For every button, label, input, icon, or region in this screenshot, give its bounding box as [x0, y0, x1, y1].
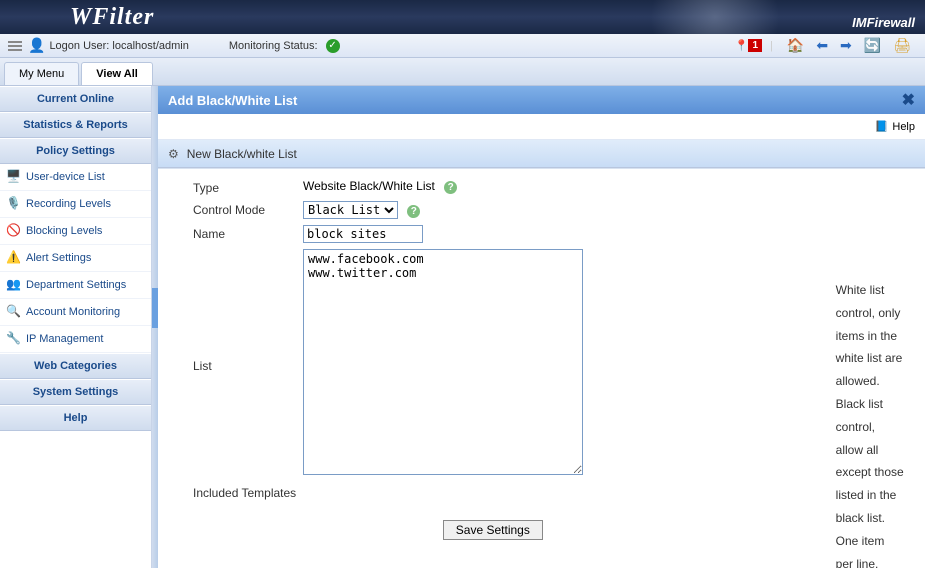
- type-label: Type: [158, 179, 303, 195]
- control-mode-label: Control Mode: [158, 201, 303, 219]
- menu-icon[interactable]: [8, 41, 22, 51]
- help-bar: 📘 Help: [158, 114, 925, 140]
- content-panel: Add Black/White List ✖ 📘 Help ⚙ New Blac…: [158, 86, 925, 568]
- splitter[interactable]: [152, 86, 158, 568]
- alert-count: 1: [748, 39, 762, 52]
- gear-icon: ⚙: [168, 147, 179, 161]
- sidebar-item-label: Account Monitoring: [26, 306, 120, 318]
- close-icon[interactable]: ✖: [902, 90, 915, 110]
- sidebar-section-policy-settings[interactable]: Policy Settings: [0, 138, 151, 164]
- alert-icon: ⚠️: [6, 250, 20, 264]
- alert-pin-icon: 📍: [735, 39, 749, 52]
- help-type-icon[interactable]: ?: [444, 181, 457, 194]
- ip-icon: 🔧: [6, 331, 20, 345]
- name-label: Name: [158, 225, 303, 243]
- save-settings-button[interactable]: Save Settings: [443, 520, 543, 540]
- sidebar-item-recording-levels[interactable]: 🎙️ Recording Levels: [0, 191, 151, 218]
- tab-view-all[interactable]: View All: [81, 62, 153, 85]
- sidebar-section-current-online[interactable]: Current Online: [0, 86, 151, 112]
- user-icon: 👤: [28, 37, 45, 54]
- sidebar-section-web-categories[interactable]: Web Categories: [0, 353, 151, 379]
- record-icon: 🎙️: [6, 196, 20, 210]
- home-icon[interactable]: 🏠: [787, 37, 804, 54]
- sidebar-section-stats-reports[interactable]: Statistics & Reports: [0, 112, 151, 138]
- name-input[interactable]: [303, 225, 423, 243]
- included-templates-label: Included Templates: [158, 484, 303, 500]
- sidebar-item-alert-settings[interactable]: ⚠️ Alert Settings: [0, 245, 151, 272]
- sidebar: Current Online Statistics & Reports Poli…: [0, 86, 152, 568]
- app-logo: WFilter: [70, 4, 154, 31]
- sidebar-item-label: Alert Settings: [26, 252, 91, 264]
- control-mode-select[interactable]: Black List: [303, 201, 398, 219]
- refresh-icon[interactable]: 🔄: [864, 37, 881, 54]
- splitter-handle[interactable]: [152, 288, 158, 328]
- subheader-label: New Black/white List: [187, 147, 297, 161]
- sidebar-item-department-settings[interactable]: 👥 Department Settings: [0, 272, 151, 299]
- info-line-1: White list control, only items in the wh…: [836, 279, 905, 393]
- forward-icon[interactable]: ➡: [840, 37, 852, 54]
- sidebar-item-label: Blocking Levels: [26, 225, 102, 237]
- content-subheader: ⚙ New Black/white List: [158, 140, 925, 168]
- sidebar-item-label: User-device List: [26, 171, 105, 183]
- sidebar-item-blocking-levels[interactable]: 🚫 Blocking Levels: [0, 218, 151, 245]
- content-title-bar: Add Black/White List ✖: [158, 86, 925, 114]
- monitor-icon: 🖥️: [6, 169, 20, 183]
- info-line-3: One item per line. Wildcard(*,?) support…: [836, 530, 905, 568]
- account-icon: 🔍: [6, 304, 20, 318]
- block-icon: 🚫: [6, 223, 20, 237]
- info-panel: White list control, only items in the wh…: [828, 179, 915, 558]
- status-ok-icon: ✓: [326, 39, 340, 53]
- list-textarea[interactable]: [303, 249, 583, 475]
- sidebar-section-help[interactable]: Help: [0, 405, 151, 431]
- app-header: WFilter IMFirewall: [0, 0, 925, 34]
- list-label: List: [158, 249, 303, 478]
- top-toolbar: 👤 Logon User: localhost/admin Monitoring…: [0, 34, 925, 58]
- print-icon[interactable]: 🖨: [893, 37, 911, 54]
- sidebar-item-label: Recording Levels: [26, 198, 111, 210]
- sidebar-item-label: IP Management: [26, 333, 103, 345]
- dept-icon: 👥: [6, 277, 20, 291]
- sidebar-item-label: Department Settings: [26, 279, 126, 291]
- content-title: Add Black/White List: [168, 93, 297, 108]
- tab-my-menu[interactable]: My Menu: [4, 62, 79, 85]
- sidebar-item-ip-management[interactable]: 🔧 IP Management: [0, 326, 151, 353]
- help-control-mode-icon[interactable]: ?: [407, 205, 420, 218]
- monitoring-status-label: Monitoring Status:: [229, 40, 318, 52]
- sidebar-section-system-settings[interactable]: System Settings: [0, 379, 151, 405]
- tab-bar: My Menu View All: [0, 58, 925, 86]
- type-value: Website Black/White List: [303, 179, 435, 193]
- info-line-2: Black list control, allow all except tho…: [836, 393, 905, 530]
- sidebar-item-account-monitoring[interactable]: 🔍 Account Monitoring: [0, 299, 151, 326]
- help-label[interactable]: Help: [892, 121, 915, 133]
- logon-user-label: Logon User: localhost/admin: [49, 40, 188, 52]
- back-icon[interactable]: ⬅: [816, 37, 828, 54]
- header-decoration: [625, 0, 805, 34]
- sidebar-item-user-device-list[interactable]: 🖥️ User-device List: [0, 164, 151, 191]
- brand-label: IMFirewall: [852, 15, 915, 30]
- alert-badge[interactable]: 📍 1: [735, 39, 762, 52]
- help-icon[interactable]: 📘: [875, 120, 889, 133]
